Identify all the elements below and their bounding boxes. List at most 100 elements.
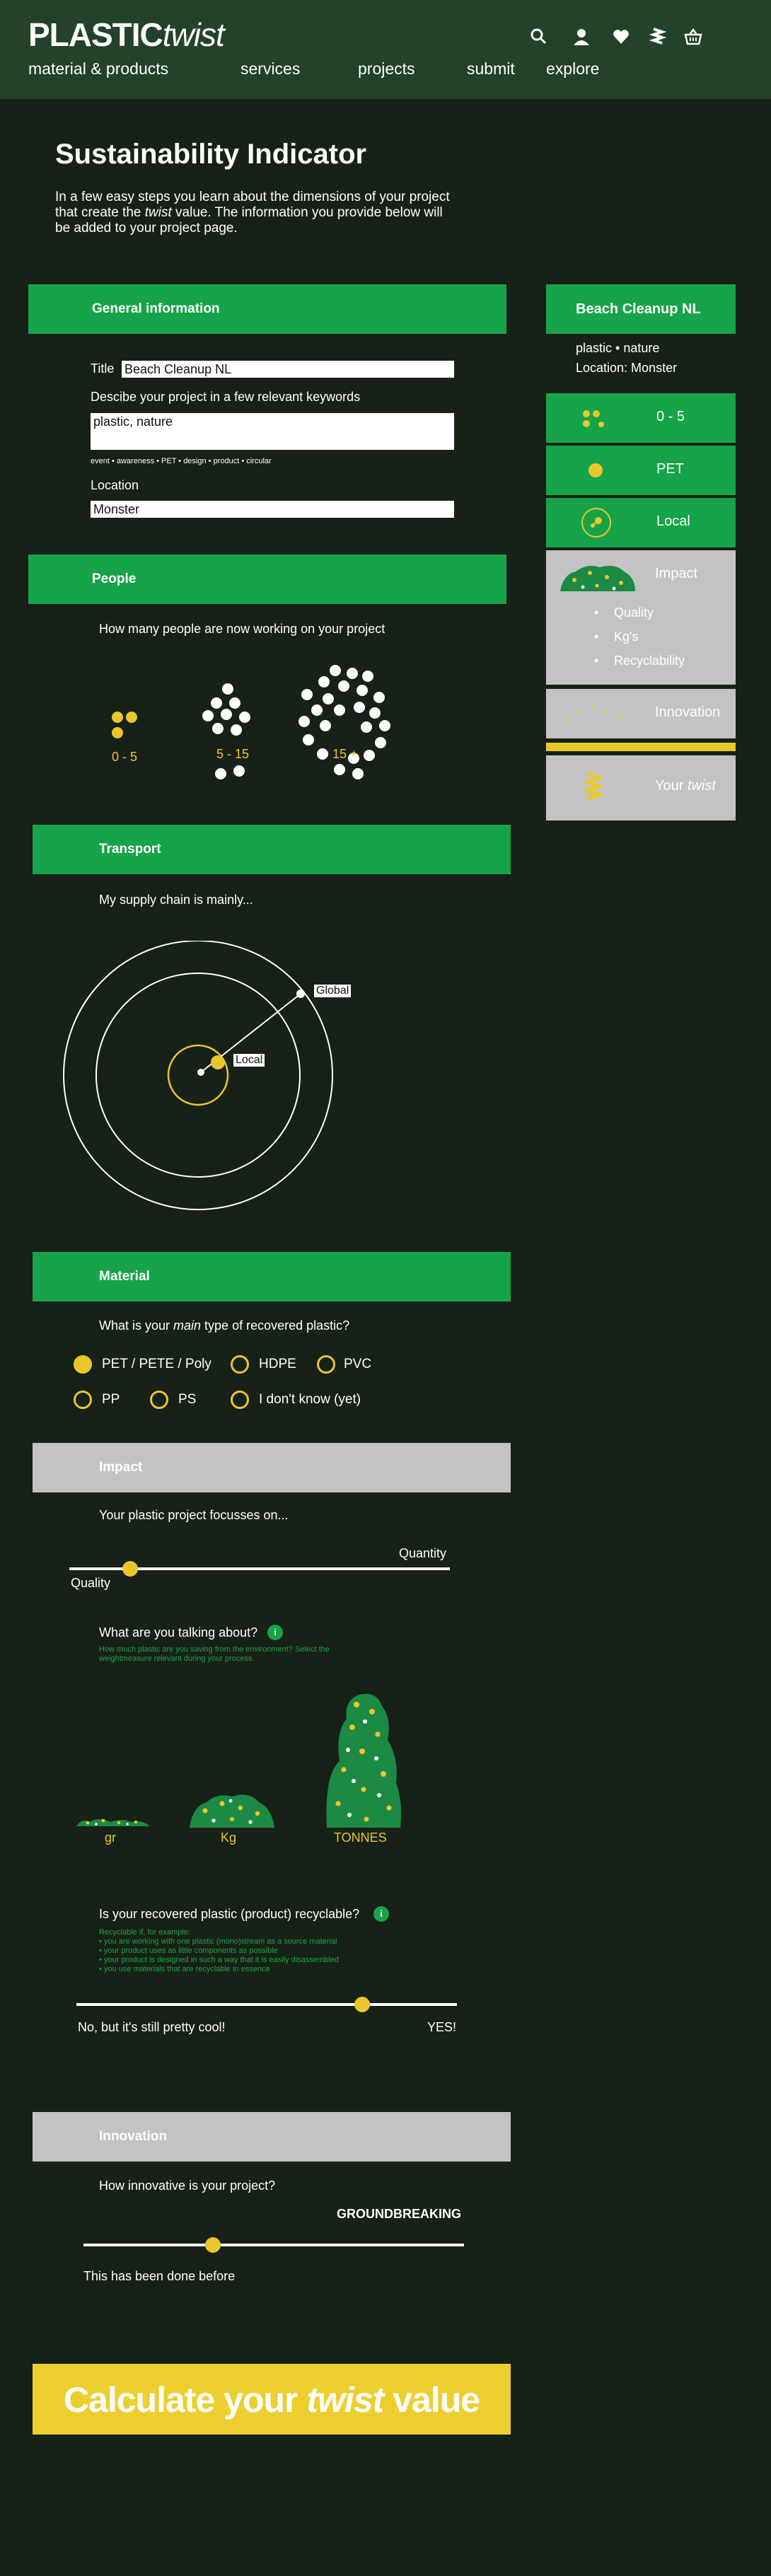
- section-people-heading: People: [92, 572, 137, 586]
- impact-pile-icon: [560, 566, 635, 591]
- global-ring[interactable]: [63, 941, 333, 1210]
- local-ring[interactable]: [167, 1044, 229, 1106]
- global-marker[interactable]: [296, 990, 305, 998]
- section-material-heading: Material: [99, 1269, 150, 1284]
- page-title: Sustainability Indicator: [55, 139, 367, 170]
- location-input[interactable]: Monster: [91, 501, 454, 518]
- radio-unknown[interactable]: [231, 1391, 249, 1409]
- radio-pvc-label[interactable]: PVC: [344, 1357, 371, 1372]
- transport-question: My supply chain is mainly...: [99, 893, 253, 907]
- radio-ps-label[interactable]: PS: [178, 1392, 196, 1408]
- sidebar-location: Location: Monster: [576, 361, 678, 375]
- section-transport-bar: Transport: [33, 825, 511, 874]
- sidebar-material[interactable]: PET: [546, 446, 736, 495]
- section-innovation-bar: Innovation: [33, 2112, 511, 2162]
- radio-pp-label[interactable]: PP: [102, 1392, 120, 1408]
- recycle-slider-track[interactable]: [76, 2003, 457, 2006]
- nav-material-products[interactable]: material & products: [28, 59, 168, 79]
- amount-question: What are you talking about?: [99, 1625, 258, 1640]
- recycle-slider-knob[interactable]: [354, 1997, 370, 2012]
- innovation-left-label: This has been done before: [83, 2269, 236, 2283]
- people-option-5-15[interactable]: 5 - 15: [198, 679, 269, 792]
- sidebar-twist[interactable]: Your twist: [546, 755, 736, 820]
- sidebar-title-bar: Beach Cleanup NL: [546, 284, 736, 334]
- title-label: Title: [91, 361, 115, 376]
- section-innovation-heading: Innovation: [99, 2129, 168, 2144]
- section-general-bar: General information: [28, 284, 506, 334]
- sidebar-twist-label: Your twist: [655, 778, 716, 794]
- pile-gram-icon[interactable]: [75, 1811, 153, 1828]
- focus-slider-knob[interactable]: [122, 1561, 139, 1577]
- section-transport-heading: Transport: [99, 842, 161, 857]
- nav-explore[interactable]: explore: [546, 59, 599, 79]
- nav-services[interactable]: services: [240, 59, 300, 79]
- pile-kg-icon[interactable]: [188, 1789, 276, 1829]
- section-impact-bar: Impact: [33, 1443, 511, 1492]
- sidebar-keywords: plastic • nature: [576, 341, 660, 355]
- amount-hint: How much plastic are you saving from the…: [99, 1645, 330, 1663]
- innovation-question: How innovative is your project?: [99, 2178, 276, 2193]
- title-input[interactable]: Beach Cleanup NL: [122, 361, 454, 378]
- amount-kg-label[interactable]: Kg: [221, 1831, 236, 1845]
- innovation-slider-track[interactable]: [83, 2244, 464, 2246]
- sidebar-divider: [546, 743, 736, 751]
- info-icon[interactable]: i: [373, 1906, 389, 1922]
- focus-right-label: Quantity: [399, 1546, 447, 1560]
- radio-hdpe[interactable]: [231, 1355, 249, 1374]
- local-marker[interactable]: [211, 1055, 225, 1069]
- amount-gr-label[interactable]: gr: [105, 1831, 116, 1845]
- recycle-right-label: YES!: [427, 2020, 457, 2034]
- recycle-question: Is your recovered plastic (product) recy…: [99, 1907, 360, 1921]
- keywords-label: Descibe your project in a few relevant k…: [91, 390, 361, 404]
- site-header: PLASTICtwist material & products service…: [0, 0, 771, 99]
- logo[interactable]: PLASTICtwist: [28, 16, 225, 54]
- radio-pet[interactable]: [74, 1355, 92, 1374]
- pile-tonnes-icon[interactable]: [323, 1690, 405, 1829]
- supply-chain-diagram[interactable]: [57, 941, 354, 1224]
- section-impact-heading: Impact: [99, 1460, 143, 1475]
- amount-tonnes-label[interactable]: TONNES: [334, 1831, 387, 1845]
- basket-icon[interactable]: [683, 27, 703, 47]
- focus-question: Your plastic project focusses on...: [99, 1508, 289, 1522]
- nav-projects[interactable]: projects: [358, 59, 415, 79]
- radio-ps[interactable]: [150, 1391, 168, 1409]
- innovation-dots-icon: [564, 706, 622, 721]
- sidebar-people[interactable]: 0 - 5: [546, 393, 736, 443]
- user-icon[interactable]: [572, 27, 591, 47]
- material-question: What is your main type of recovered plas…: [99, 1318, 350, 1333]
- calculate-button-label: Calculate your twist value: [63, 2380, 480, 2420]
- regional-ring[interactable]: [95, 973, 301, 1178]
- radio-pet-label[interactable]: PET / PETE / Poly: [102, 1357, 211, 1372]
- people-option-15-plus[interactable]: 15 +: [294, 663, 393, 812]
- recycle-left-label: No, but it's still pretty cool!: [78, 2020, 226, 2034]
- sidebar-transport[interactable]: Local: [546, 498, 736, 547]
- material-dot-icon: [589, 463, 603, 477]
- heart-icon[interactable]: [611, 27, 631, 47]
- location-label: Location: [91, 478, 139, 492]
- twist-icon: [584, 772, 603, 801]
- sidebar-impact[interactable]: Impact • Quality • Kg's • Recyclability: [546, 550, 736, 685]
- global-label: Global: [314, 985, 352, 997]
- twist-icon[interactable]: [648, 27, 668, 47]
- people-icon: [583, 410, 604, 427]
- sidebar-innovation[interactable]: Innovation: [546, 689, 736, 738]
- radio-pvc[interactable]: [317, 1355, 335, 1374]
- focus-left-label: Quality: [71, 1576, 111, 1590]
- radio-pp[interactable]: [74, 1391, 92, 1409]
- radio-hdpe-label[interactable]: HDPE: [259, 1357, 296, 1372]
- people-option-0-5[interactable]: 0 - 5: [105, 704, 154, 768]
- info-icon[interactable]: i: [267, 1625, 283, 1640]
- section-general-heading: General information: [92, 301, 220, 316]
- intro-text: In a few easy steps you learn about the …: [55, 190, 450, 236]
- radio-unknown-label[interactable]: I don't know (yet): [259, 1392, 361, 1408]
- sidebar-title: Beach Cleanup NL: [576, 301, 701, 317]
- nav-submit[interactable]: submit: [467, 59, 515, 79]
- people-question: How many people are now working on your …: [99, 622, 386, 636]
- calculate-button[interactable]: Calculate your twist value: [33, 2364, 511, 2435]
- keywords-input[interactable]: plastic, nature: [91, 413, 454, 450]
- innovation-slider-knob[interactable]: [204, 2237, 221, 2253]
- section-people-bar: People: [28, 555, 506, 604]
- keyword-suggestions[interactable]: event • awareness • PET • design • produ…: [91, 457, 272, 465]
- local-label: Local: [233, 1054, 265, 1067]
- search-icon[interactable]: [529, 27, 549, 47]
